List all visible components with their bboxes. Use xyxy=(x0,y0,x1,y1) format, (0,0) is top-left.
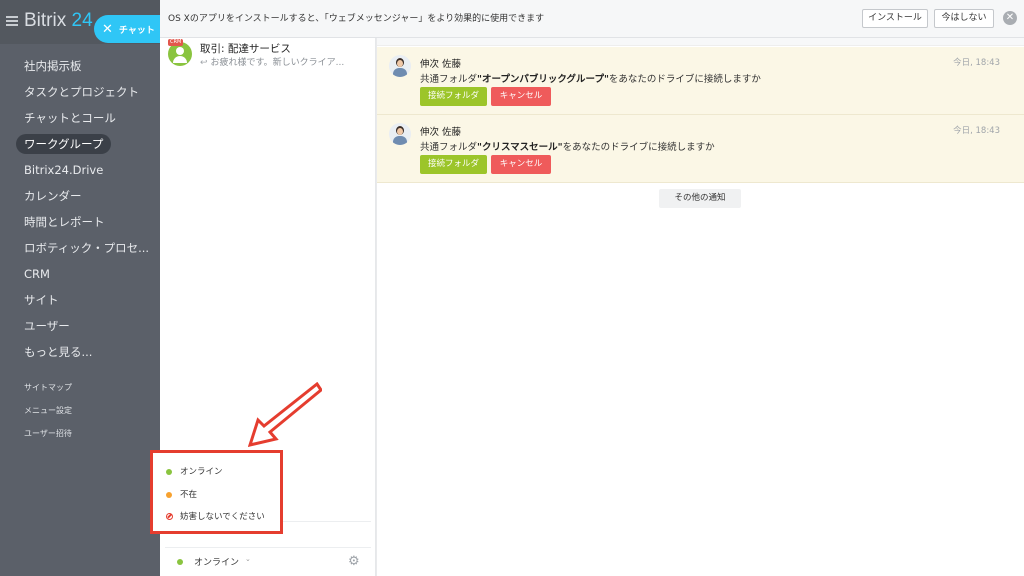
sidebar-item-label: Bitrix24.Drive xyxy=(24,163,104,177)
status-option-dnd[interactable]: 妨害しないでください xyxy=(166,510,265,526)
logo-name: Bitrix xyxy=(24,10,67,31)
status-option-online[interactable]: オンライン xyxy=(166,465,223,481)
sidebar-small-links: サイトマップ メニュー設定 ユーザー招待 xyxy=(24,382,72,451)
avatar xyxy=(389,123,411,145)
sidebar-item-label: 時間とレポート xyxy=(24,215,105,229)
gear-icon[interactable]: ⚙ xyxy=(348,554,360,569)
recent-chat-message-text: お疲れ様です。新しいクライア... xyxy=(210,58,345,68)
cancel-button[interactable]: キャンセル xyxy=(491,155,551,174)
status-away-dot xyxy=(166,491,172,498)
sidebar-item-more[interactable]: もっと見る... xyxy=(0,342,160,368)
install-banner: OS Xのアプリをインストールすると、「ウェブメッセンジャー」をより効果的に使用… xyxy=(160,0,1024,38)
logo[interactable]: Bitrix 24 xyxy=(24,10,93,32)
banner-text: OS Xのアプリをインストールすると、「ウェブメッセンジャー」をより効果的に使用… xyxy=(168,14,545,24)
sidebar-item-time[interactable]: 時間とレポート xyxy=(0,212,160,238)
current-status-label[interactable]: オンライン xyxy=(194,555,239,568)
sidebar-item-crm[interactable]: CRM xyxy=(0,264,160,290)
sidebar-item-calendar[interactable]: カレンダー xyxy=(0,186,160,212)
sidebar-item-drive[interactable]: Bitrix24.Drive xyxy=(0,160,160,186)
status-option-label: オンライン xyxy=(180,467,223,477)
sidebar-item-label: もっと見る... xyxy=(24,345,93,359)
chat-toggle-button[interactable]: ✕ チャット xyxy=(94,15,160,43)
sidebar-item-sites[interactable]: サイト xyxy=(0,290,160,316)
status-option-away[interactable]: 不在 xyxy=(166,488,197,504)
connect-folder-button[interactable]: 接続フォルダ xyxy=(420,155,487,174)
status-menu-popup: オンライン 不在 妨害しないでください xyxy=(150,450,283,534)
sidebar-item-label: チャットとコール xyxy=(24,111,116,125)
notification-text: 共通フォルダ"オープンパブリックグループ"をあなたのドライブに接続しますか xyxy=(420,71,761,85)
chat-button-label: チャット xyxy=(118,25,155,36)
notifications-area: 伸次 佐藤 今日, 18:43 共通フォルダ"オープンパブリックグループ"をあな… xyxy=(377,38,1024,576)
logo-number: 24 xyxy=(71,10,93,31)
sidebar-item-label: ユーザー xyxy=(24,319,70,333)
install-button[interactable]: インストール xyxy=(862,9,928,28)
notification-prefix: 共通フォルダ xyxy=(420,74,478,85)
sidebar-item-label: 社内掲示板 xyxy=(24,59,82,73)
status-option-label: 不在 xyxy=(180,490,198,500)
notification-item: 伸次 佐藤 今日, 18:43 共通フォルダ"クリスマスセール"をあなたのドライ… xyxy=(377,115,1024,183)
sitemap-link[interactable]: サイトマップ xyxy=(24,382,72,405)
nav-list: 社内掲示板 タスクとプロジェクト チャットとコール ワークグループ Bitrix… xyxy=(0,56,160,368)
more-notifications-button[interactable]: その他の通知 xyxy=(659,189,741,208)
notification-suffix: をあなたのドライブに接続しますか xyxy=(562,142,715,153)
notification-suffix: をあなたのドライブに接続しますか xyxy=(608,74,761,85)
sidebar-item-label: ロボティック・プロセ... xyxy=(24,241,150,255)
cancel-button[interactable]: キャンセル xyxy=(491,87,551,106)
divider xyxy=(165,547,371,548)
notification-text: 共通フォルダ"クリスマスセール"をあなたのドライブに接続しますか xyxy=(420,139,715,153)
connect-folder-button[interactable]: 接続フォルダ xyxy=(420,87,487,106)
chevron-down-icon[interactable]: ⌄ xyxy=(245,555,251,563)
sidebar-item-news[interactable]: 社内掲示板 xyxy=(0,56,160,82)
reply-icon: ↩ xyxy=(200,58,208,68)
notification-time: 今日, 18:43 xyxy=(953,58,1000,68)
notification-prefix: 共通フォルダ xyxy=(420,142,478,153)
status-online-dot xyxy=(166,468,172,475)
sidebar-item-users[interactable]: ユーザー xyxy=(0,316,160,342)
sidebar-item-tasks[interactable]: タスクとプロジェクト xyxy=(0,82,160,108)
status-online-dot xyxy=(177,559,183,565)
recent-chat-item[interactable]: CRM 取引: 配達サービス ↩ お疲れ様です。新しいクライア... xyxy=(168,39,368,70)
close-banner-icon[interactable]: ✕ xyxy=(1003,11,1017,25)
status-option-label: 妨害しないでください xyxy=(180,512,265,522)
sidebar-item-workgroups[interactable]: ワークグループ xyxy=(0,134,160,160)
sidebar-item-label: サイト xyxy=(24,293,59,307)
recent-chat-message: ↩ お疲れ様です。新しいクライア... xyxy=(200,55,344,68)
sidebar-item-rpa[interactable]: ロボティック・プロセ... xyxy=(0,238,160,264)
menu-icon[interactable] xyxy=(6,16,18,26)
avatar xyxy=(389,55,411,77)
notification-time: 今日, 18:43 xyxy=(953,126,1000,136)
notification-sender[interactable]: 伸次 佐藤 xyxy=(420,124,461,138)
sidebar-item-chat[interactable]: チャットとコール xyxy=(0,108,160,134)
sidebar-item-label: CRM xyxy=(24,267,50,281)
notification-folder: "クリスマスセール" xyxy=(477,142,563,153)
crm-badge: CRM xyxy=(168,39,184,46)
sidebar-item-label: ワークグループ xyxy=(16,134,112,154)
do-not-disturb-icon xyxy=(166,513,173,520)
annotation-arrow xyxy=(248,382,322,448)
sidebar-item-label: カレンダー xyxy=(24,189,82,203)
notification-item: 伸次 佐藤 今日, 18:43 共通フォルダ"オープンパブリックグループ"をあな… xyxy=(377,47,1024,115)
notification-sender[interactable]: 伸次 佐藤 xyxy=(420,56,461,70)
invite-users-link[interactable]: ユーザー招待 xyxy=(24,428,72,451)
notification-folder: "オープンパブリックグループ" xyxy=(477,74,609,85)
menu-settings-link[interactable]: メニュー設定 xyxy=(24,405,72,428)
status-footer[interactable]: オンライン ⌄ ⚙ xyxy=(160,550,376,576)
notif-header-stripe xyxy=(377,38,1024,46)
recent-chat-title: 取引: 配達サービス xyxy=(200,43,291,55)
close-icon: ✕ xyxy=(102,21,113,37)
not-now-button[interactable]: 今はしない xyxy=(934,9,994,28)
sidebar-item-label: タスクとプロジェクト xyxy=(24,85,139,99)
left-sidebar: Bitrix 24 社内掲示板 タスクとプロジェクト チャットとコール ワークグ… xyxy=(0,0,160,576)
